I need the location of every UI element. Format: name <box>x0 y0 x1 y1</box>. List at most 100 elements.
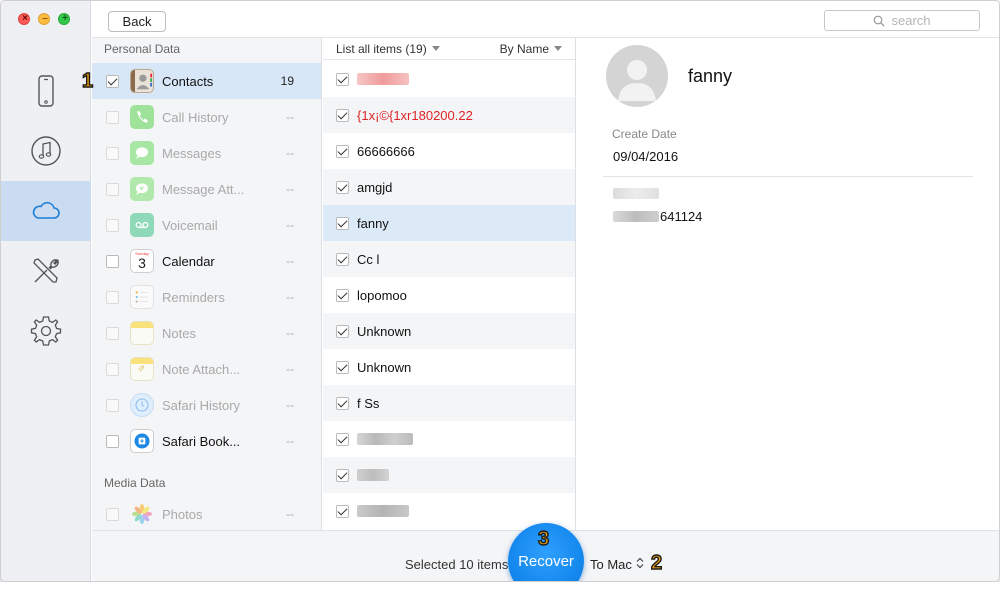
category-checkbox[interactable] <box>106 434 119 448</box>
back-button[interactable]: Back <box>108 11 166 32</box>
sidebar-item-device[interactable] <box>1 61 91 121</box>
category-checkbox[interactable] <box>106 290 119 304</box>
category-checkbox[interactable] <box>106 146 119 160</box>
category-checkbox[interactable] <box>106 507 119 521</box>
zoom-icon: + <box>62 13 68 24</box>
list-item-selected[interactable]: fanny <box>323 205 575 241</box>
item-label: Unknown <box>357 323 412 339</box>
list-item[interactable]: {1x¡©{1xr180200.22 <box>323 97 575 133</box>
category-messages[interactable]: Messages -- <box>92 135 321 171</box>
minimize-icon: – <box>42 13 48 24</box>
item-checkbox[interactable] <box>336 216 349 230</box>
sort-dropdown[interactable]: By Name <box>500 42 562 56</box>
music-note-icon <box>31 136 61 166</box>
category-count: -- <box>286 434 294 448</box>
category-checkbox[interactable] <box>106 182 119 196</box>
reminders-icon <box>130 285 154 309</box>
category-note-attachments[interactable]: Note Attach... -- <box>92 351 321 387</box>
item-checkbox[interactable] <box>336 360 349 374</box>
search-icon <box>874 15 885 26</box>
item-label: Unknown <box>357 359 412 375</box>
list-item[interactable]: lopomoo <box>323 277 575 313</box>
category-count: -- <box>286 182 294 196</box>
list-item[interactable]: amgjd <box>323 169 575 205</box>
item-label: Cc l <box>357 251 380 267</box>
close-window-button[interactable]: × <box>18 13 30 25</box>
item-checkbox[interactable] <box>336 252 349 266</box>
category-label: Reminders <box>162 289 225 305</box>
sidebar-item-icloud[interactable] <box>1 181 91 241</box>
category-label: Contacts <box>162 73 214 89</box>
category-contacts[interactable]: Contacts 19 <box>92 63 321 99</box>
category-checkbox[interactable] <box>106 398 119 412</box>
category-calendar[interactable]: Sunday 3 Calendar -- <box>92 243 321 279</box>
category-checkbox[interactable] <box>106 110 119 124</box>
category-checkbox[interactable] <box>106 362 119 376</box>
category-label: Notes <box>162 325 196 341</box>
category-checkbox[interactable] <box>106 326 119 340</box>
sidebar-item-tools[interactable] <box>1 241 91 301</box>
item-checkbox[interactable] <box>336 72 349 86</box>
item-label: fanny <box>357 215 389 231</box>
person-silhouette-icon <box>618 60 656 101</box>
category-label: Safari History <box>162 397 241 413</box>
contact-details: fanny Create Date 09/04/2016 641124 <box>577 38 999 530</box>
category-count: -- <box>286 218 294 232</box>
sidebar-item-music[interactable] <box>1 121 91 181</box>
phone-icon <box>38 75 54 107</box>
contact-name: fanny <box>688 66 733 86</box>
category-count: -- <box>286 507 294 521</box>
redacted-field-label <box>613 188 659 199</box>
list-item[interactable]: Cc l <box>323 241 575 277</box>
category-safari-bookmarks[interactable]: Safari Book... -- <box>92 423 321 459</box>
item-checkbox[interactable] <box>336 108 349 122</box>
list-item[interactable]: f Ss <box>323 385 575 421</box>
search-placeholder: search <box>891 13 931 28</box>
category-checkbox[interactable] <box>106 218 119 232</box>
category-safari-history[interactable]: Safari History -- <box>92 387 321 423</box>
item-checkbox[interactable] <box>336 144 349 158</box>
category-reminders[interactable]: Reminders -- <box>92 279 321 315</box>
category-checkbox[interactable] <box>106 254 119 268</box>
list-item[interactable] <box>323 61 575 97</box>
item-checkbox[interactable] <box>336 504 349 518</box>
category-count: -- <box>286 290 294 304</box>
item-checkbox[interactable] <box>336 396 349 410</box>
item-checkbox[interactable] <box>336 180 349 194</box>
list-item[interactable]: 66666666 <box>323 133 575 169</box>
sidebar-item-settings[interactable] <box>1 301 91 361</box>
search-input[interactable]: search <box>824 10 980 31</box>
section-header-personal: Personal Data <box>104 42 181 56</box>
category-message-attachments[interactable]: Message Att... -- <box>92 171 321 207</box>
contacts-icon <box>130 69 154 93</box>
category-count: -- <box>286 326 294 340</box>
zoom-window-button[interactable]: + <box>58 13 70 25</box>
item-checkbox[interactable] <box>336 324 349 338</box>
category-call-history[interactable]: Call History -- <box>92 99 321 135</box>
item-label: lopomoo <box>357 287 407 303</box>
divider <box>603 176 973 177</box>
item-label: amgjd <box>357 179 393 195</box>
category-label: Note Attach... <box>162 361 241 377</box>
category-notes[interactable]: Notes -- <box>92 315 321 351</box>
category-count: -- <box>286 362 294 376</box>
list-item[interactable] <box>323 421 575 457</box>
category-voicemail[interactable]: Voicemail -- <box>92 207 321 243</box>
item-checkbox[interactable] <box>336 468 349 482</box>
filter-dropdown[interactable]: List all items (19) <box>336 42 440 56</box>
list-item[interactable]: Unknown <box>323 349 575 385</box>
destination-select[interactable]: To Mac <box>590 557 644 572</box>
item-checkbox[interactable] <box>336 288 349 302</box>
category-label: Safari Book... <box>162 433 241 449</box>
contacts-list: List all items (19) By Name {1x¡©{1xr180… <box>323 38 576 530</box>
minimize-window-button[interactable]: – <box>38 13 50 25</box>
category-checkbox[interactable] <box>106 74 119 88</box>
category-photos[interactable]: Photos -- <box>92 496 321 530</box>
item-checkbox[interactable] <box>336 432 349 446</box>
list-item[interactable]: Unknown <box>323 313 575 349</box>
list-item[interactable] <box>323 457 575 493</box>
step-badge-2: 2 <box>650 551 663 574</box>
category-count: -- <box>286 398 294 412</box>
safari-bookmarks-icon <box>130 429 154 453</box>
toolbar: Back search <box>92 1 999 38</box>
